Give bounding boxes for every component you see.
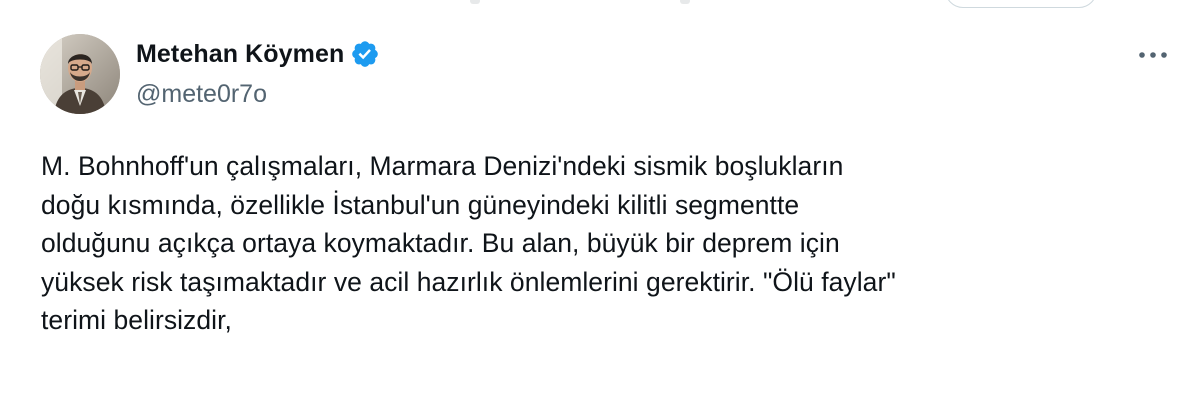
user-handle[interactable]: @mete0r7o [136, 80, 267, 109]
verified-badge-icon [350, 39, 380, 69]
more-options-button[interactable] [1133, 40, 1173, 70]
more-horizontal-icon [1139, 52, 1167, 58]
tweet: Metehan Köymen @mete0r7o M. Bohnhoff'un … [0, 0, 1204, 404]
avatar[interactable] [40, 34, 120, 114]
profile-photo [40, 34, 120, 114]
author-name-row[interactable]: Metehan Köymen [136, 38, 380, 70]
display-name[interactable]: Metehan Köymen [136, 40, 344, 69]
tweet-text: M. Bohnhoff'un çalışmaları, Marmara Deni… [41, 151, 896, 335]
